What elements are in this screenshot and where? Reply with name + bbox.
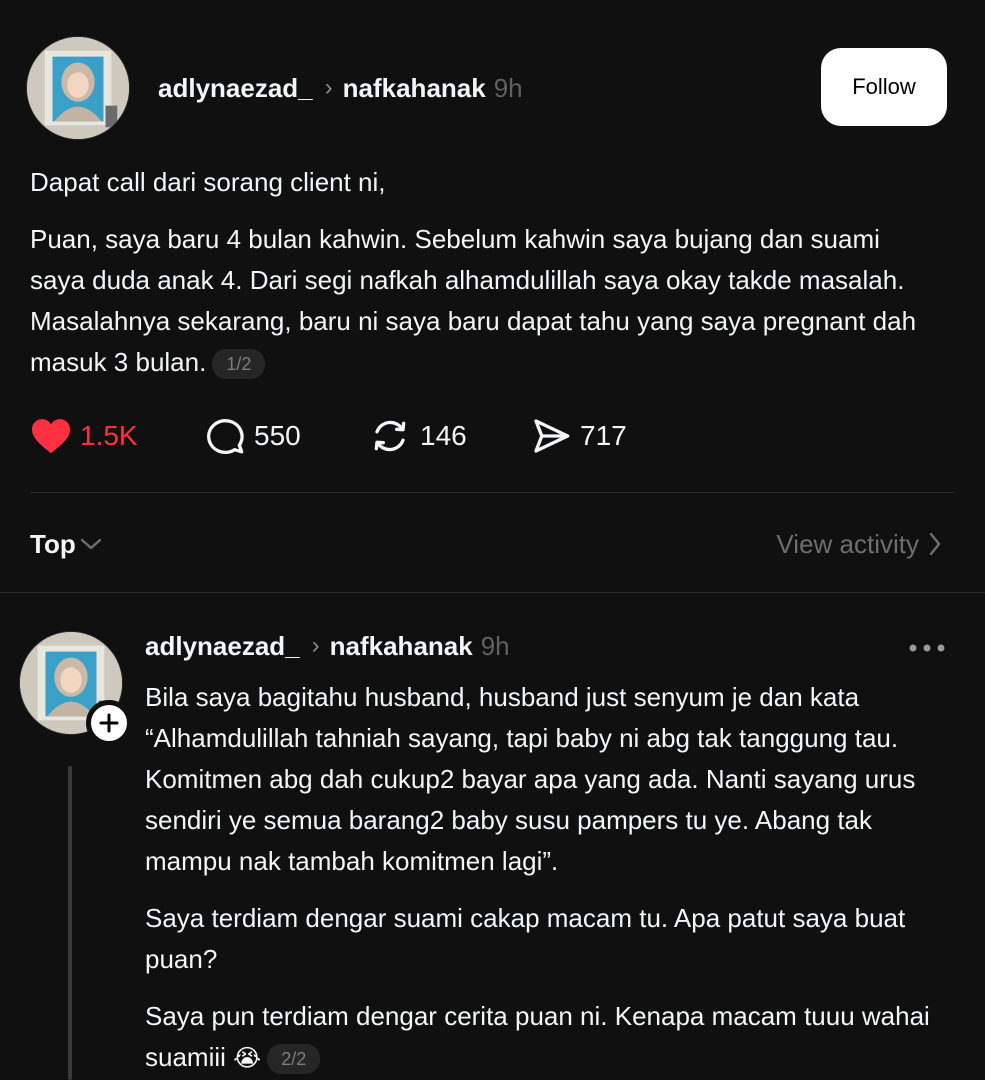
reply-time: 9h [480, 631, 510, 661]
avatar-photo [27, 37, 129, 139]
page-indicator: 2/2 [267, 1044, 321, 1075]
chevron-right-icon [929, 532, 941, 556]
post-header: adlynaezad_ › nafkahanak 9h Follow [26, 36, 947, 140]
action-bar: 1.5K 550 146 717 [30, 414, 627, 458]
share-count: 717 [580, 420, 627, 451]
post-paragraph-text: Puan, saya baru 4 bulan kahwin. Sebelum … [30, 224, 917, 377]
repost-icon [374, 420, 406, 452]
share-button[interactable]: 717 [530, 414, 627, 458]
comment-count: 550 [254, 420, 301, 451]
avatar[interactable] [26, 36, 130, 140]
topic-tag[interactable]: nafkahanak [343, 72, 486, 104]
comment-icon [207, 419, 244, 455]
sort-label: Top [30, 528, 76, 559]
repost-button[interactable]: 146 [368, 414, 530, 458]
plus-icon [99, 713, 119, 733]
sort-dropdown[interactable]: Top [30, 522, 106, 566]
post-byline: adlynaezad_ › nafkahanak 9h [158, 72, 523, 104]
divider [0, 592, 985, 593]
reply-paragraph: Bila saya bagitahu husband, husband just… [145, 682, 916, 876]
heart-icon [32, 419, 70, 454]
share-icon [534, 419, 570, 453]
sort-bar: Top View activity [30, 522, 943, 566]
crying-emoji: 😭 [233, 1044, 262, 1072]
like-count: 1.5K [80, 420, 138, 451]
repost-count: 146 [420, 420, 467, 451]
divider [30, 492, 955, 493]
more-icon[interactable] [907, 640, 947, 656]
reply-paragraph-text: Saya pun terdiam dengar cerita puan ni. … [145, 1001, 930, 1072]
username[interactable]: adlynaezad_ [145, 630, 300, 662]
post-paragraph: Dapat call dari sorang client ni, [30, 167, 386, 197]
page-indicator: 1/2 [212, 349, 266, 380]
topic-tag[interactable]: nafkahanak [330, 630, 473, 662]
comment-button[interactable]: 550 [204, 414, 368, 458]
reply-paragraph: Saya pun terdiam dengar cerita puan ni. … [145, 996, 965, 1079]
chevron-right-icon: › [311, 632, 320, 659]
follow-plus-button[interactable] [86, 700, 132, 746]
reply-paragraph: Saya terdiam dengar suami cakap macam tu… [145, 903, 906, 974]
username[interactable]: adlynaezad_ [158, 72, 313, 104]
post-body: Dapat call dari sorang client ni, Puan, … [30, 162, 930, 383]
threads-post-view: adlynaezad_ › nafkahanak 9h Follow Dapat… [0, 0, 985, 1080]
reply-byline: adlynaezad_ › nafkahanak 9h [145, 630, 510, 662]
reply-body: Bila saya bagitahu husband, husband just… [145, 677, 965, 1080]
chevron-right-icon: › [324, 74, 333, 101]
post-time: 9h [493, 73, 523, 103]
chevron-down-icon [80, 538, 101, 550]
like-button[interactable]: 1.5K [30, 414, 204, 458]
thread-line [68, 766, 72, 1080]
post-paragraph: Puan, saya baru 4 bulan kahwin. Sebelum … [30, 219, 930, 383]
view-activity-label: View activity [776, 528, 919, 559]
follow-button[interactable]: Follow [821, 48, 947, 126]
view-activity-link[interactable]: View activity [776, 522, 943, 566]
